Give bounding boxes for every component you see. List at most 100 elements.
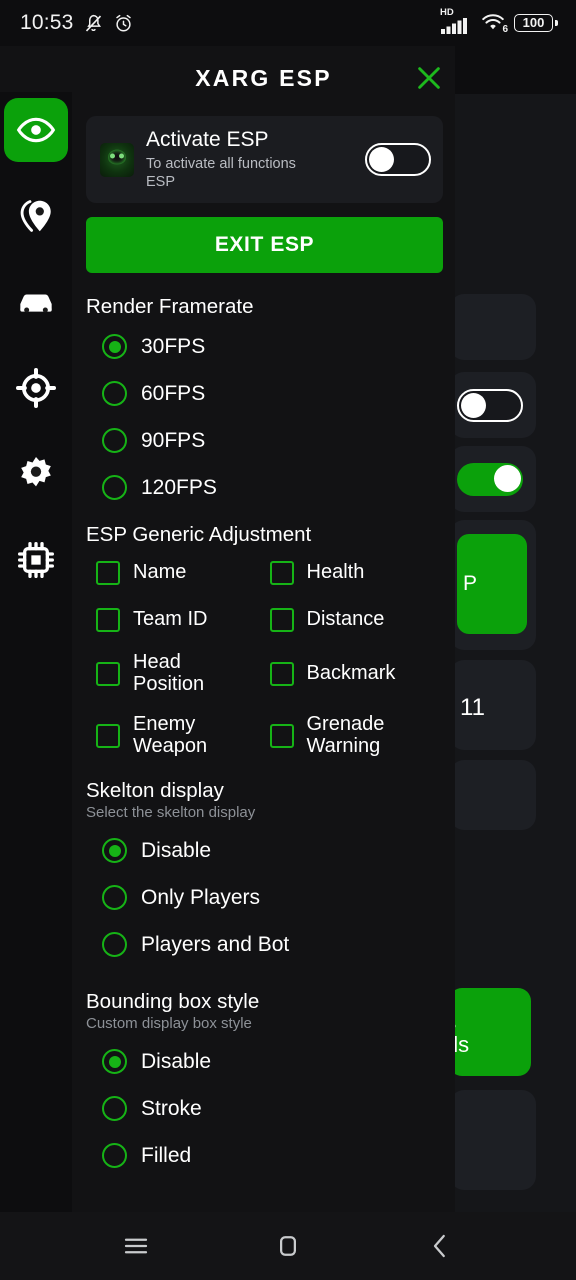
status-bar: 10:53 HD 6 100	[0, 0, 576, 46]
checkbox-label: Name	[133, 560, 187, 583]
checkbox-option[interactable]: Enemy Weapon	[96, 705, 270, 767]
radio-indicator	[102, 932, 127, 957]
radio-option[interactable]: Disable	[84, 827, 443, 874]
menu-icon	[124, 1238, 148, 1254]
battery-icon: 100	[514, 12, 558, 34]
checkbox-option[interactable]: Grenade Warning	[269, 705, 444, 767]
eye-icon	[16, 117, 56, 143]
radio-option[interactable]: Disable	[84, 1038, 443, 1085]
radio-label: Disable	[141, 1049, 212, 1073]
chip-icon	[18, 542, 54, 578]
status-time: 10:53	[20, 11, 74, 34]
radio-indicator	[102, 334, 127, 359]
hd-label: HD	[440, 7, 454, 18]
checkbox-indicator	[269, 662, 294, 686]
radio-indicator	[102, 428, 127, 453]
radio-option[interactable]: 120FPS	[84, 464, 443, 511]
checkbox-label: Head Position	[133, 651, 205, 695]
radio-option[interactable]: 60FPS	[84, 370, 443, 417]
radio-option[interactable]: Stroke	[84, 1085, 443, 1132]
checkbox-indicator	[269, 560, 294, 585]
location-pin-icon	[20, 200, 51, 232]
radio-indicator	[102, 1049, 127, 1074]
xarg-logo-icon	[100, 142, 134, 177]
radio-label: 30FPS	[141, 334, 206, 358]
bell-muted-icon	[85, 14, 101, 32]
checkbox-indicator	[96, 607, 120, 632]
render-framerate-section: Render Framerate 30FPS 60FPS 90FPS 120FP…	[72, 295, 455, 511]
wifi-generation-label: 6	[502, 24, 508, 35]
radio-option[interactable]: 30FPS	[84, 323, 443, 370]
activate-esp-toggle[interactable]	[365, 143, 431, 176]
sidebar-item-location[interactable]	[4, 184, 68, 248]
radio-option[interactable]: Only Players	[84, 874, 443, 921]
radio-indicator	[102, 1143, 127, 1168]
radio-option[interactable]: 90FPS	[84, 417, 443, 464]
radio-label: Players and Bot	[141, 932, 290, 956]
radio-indicator	[102, 838, 127, 863]
background-toggle-off[interactable]	[457, 389, 523, 422]
sidebar-item-settings[interactable]	[4, 442, 68, 506]
radio-indicator	[102, 885, 127, 910]
close-icon[interactable]	[409, 58, 449, 98]
checkbox-option[interactable]: Name	[96, 549, 270, 596]
chevron-left-icon	[433, 1234, 445, 1258]
checkbox-indicator	[269, 724, 294, 748]
status-bar-right: HD 6 100	[440, 7, 558, 35]
render-framerate-heading: Render Framerate	[86, 295, 254, 318]
checkbox-label: Health	[306, 560, 365, 583]
home-square-icon	[280, 1236, 296, 1256]
battery-level-label: 100	[522, 15, 545, 30]
background-tools-card[interactable]: ols	[449, 988, 531, 1076]
dialog-header: XARG ESP	[72, 46, 455, 110]
activate-esp-card[interactable]: Activate ESP To activate all functions E…	[86, 116, 443, 203]
status-bar-left: 10:53	[20, 11, 134, 35]
exit-esp-button[interactable]: EXIT ESP	[86, 217, 443, 273]
sidebar-item-aim[interactable]	[4, 356, 68, 420]
checkbox-option[interactable]: Health	[269, 549, 444, 596]
checkbox-label: Team ID	[133, 607, 208, 630]
radio-option[interactable]: Players and Bot	[84, 921, 443, 968]
gear-icon	[21, 457, 51, 487]
sidebar-item-vehicle[interactable]	[4, 270, 68, 334]
checkbox-option[interactable]: Team ID	[96, 596, 270, 643]
radio-label: Disable	[141, 838, 212, 862]
sidebar-item-esp[interactable]	[4, 98, 68, 162]
checkbox-indicator	[269, 607, 294, 632]
skelton-display-section: Skelton display Select the skelton displ…	[72, 779, 455, 968]
bounding-box-heading: Bounding box style	[86, 990, 260, 1013]
skelton-display-heading: Skelton display	[86, 779, 224, 802]
radio-label: 90FPS	[141, 428, 206, 452]
background-green-button[interactable]: P	[457, 534, 527, 634]
bounding-box-options: Disable Stroke Filled	[84, 1038, 443, 1179]
background-toggle-on[interactable]	[457, 463, 523, 496]
radio-indicator	[102, 475, 127, 500]
alarm-clock-icon	[115, 14, 131, 32]
generic-adjustment-section: ESP Generic Adjustment Name Health Team …	[72, 523, 455, 767]
radio-option[interactable]: Filled	[84, 1132, 443, 1179]
nav-home-button[interactable]	[260, 1223, 316, 1269]
checkbox-option[interactable]: Distance	[269, 596, 444, 643]
checkbox-label: Grenade Warning	[306, 713, 385, 757]
checkbox-indicator	[96, 560, 120, 585]
generic-adjustment-heading: ESP Generic Adjustment	[86, 523, 312, 546]
radio-label: Stroke	[141, 1096, 202, 1120]
radio-label: 60FPS	[141, 381, 206, 405]
render-framerate-options: 30FPS 60FPS 90FPS 120FPS	[84, 323, 443, 511]
bounding-box-style-section: Bounding box style Custom display box st…	[72, 990, 455, 1179]
background-green-button-label: P	[463, 572, 478, 595]
activate-esp-title: Activate ESP	[146, 127, 269, 151]
background-clipped-text: 11	[460, 694, 485, 721]
nav-back-button[interactable]	[412, 1223, 468, 1269]
nav-recents-button[interactable]	[108, 1223, 164, 1269]
checkbox-option[interactable]: Head Position	[96, 643, 270, 705]
sidebar-item-memory[interactable]	[4, 528, 68, 592]
background-card	[450, 1090, 536, 1190]
skelton-display-options: Disable Only Players Players and Bot	[84, 827, 443, 968]
bounding-box-subheading: Custom display box style	[86, 1015, 252, 1032]
generic-adjustment-options: Name Health Team ID Distance Head Positi…	[84, 549, 443, 767]
background-card	[450, 294, 536, 360]
checkbox-label: Distance	[306, 607, 385, 630]
app-screen: 10:53 HD 6 100 P 11 ls XARG ESP Activate…	[0, 0, 576, 1280]
checkbox-option[interactable]: Backmark	[269, 643, 444, 705]
